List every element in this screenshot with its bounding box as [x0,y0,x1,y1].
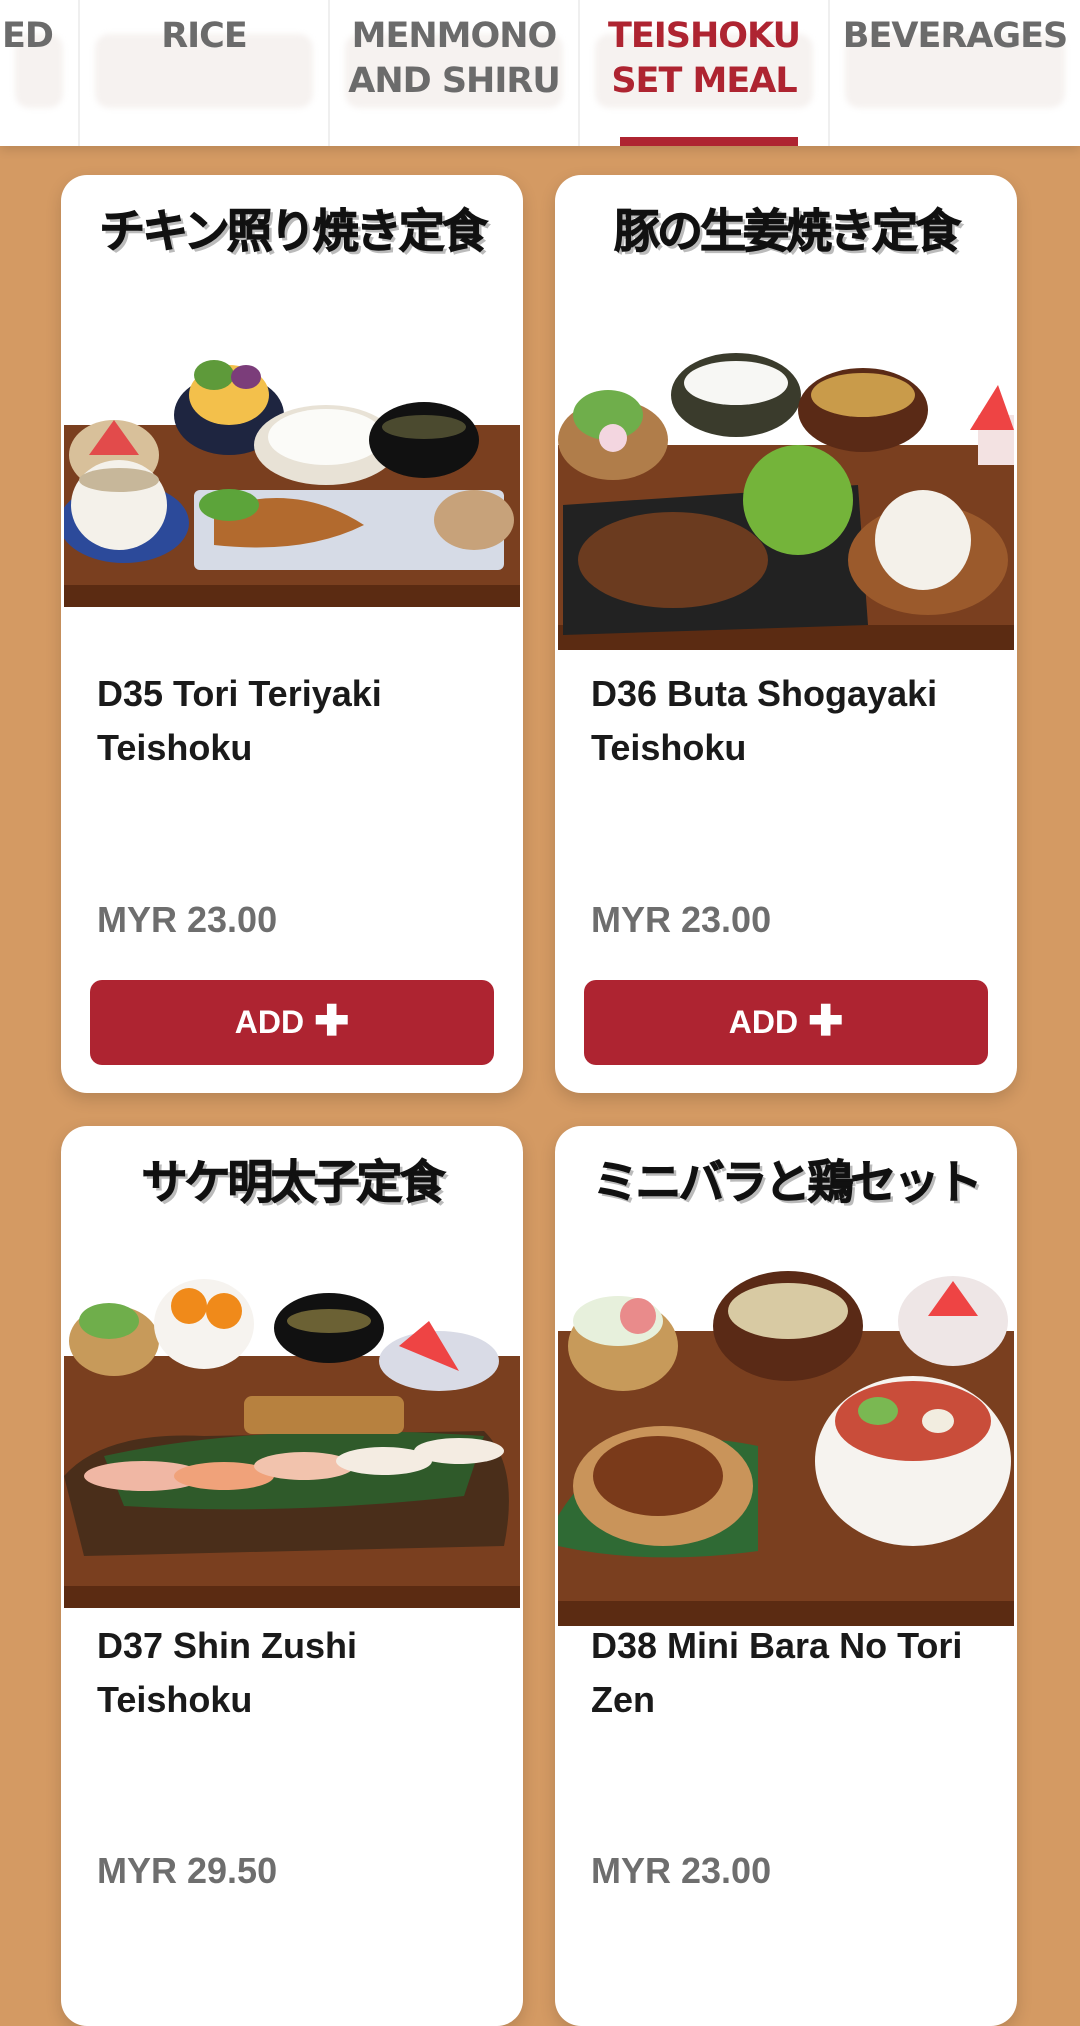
tab-menmono-and-shiru[interactable]: MENMONO AND SHIRU [330,0,580,146]
plus-icon: ✚ [808,996,844,1044]
item-japanese-title: サケ明太子定食 [141,1155,446,1210]
add-button[interactable]: ADD ✚ [584,980,988,1065]
tab-teishoku-set-meal[interactable]: TEISHOKU SET MEAL [580,0,830,146]
plus-icon: ✚ [314,996,350,1044]
tab-label: RICE [161,16,248,56]
add-label: ADD [728,1004,799,1040]
item-name: D37 Shin Zushi Teishoku [97,1625,358,1720]
tab-beverages[interactable]: BEVERAGES [830,0,1080,146]
active-tab-indicator [620,137,798,146]
item-name: D38 Mini Bara No Tori Zen [591,1625,963,1720]
item-photo [64,1206,520,1618]
tab-fried[interactable]: IED [0,0,80,146]
item-photo [64,255,520,637]
add-label: ADD [234,1004,305,1040]
item-photo [558,1206,1014,1631]
item-japanese-title: ミニバラと鶏セット [592,1155,983,1210]
item-name: D35 Tori Teriyaki Teishoku [97,673,382,768]
menu-item-card[interactable]: ミニバラと鶏セット D38 Mini Bara No Tori Zen MYR … [555,1126,1017,2026]
tab-label: MENMONO AND SHIRU [348,16,561,101]
menu-item-card[interactable]: 豚の生姜焼き定食 D36 Buta Shogayaki Teishoku MYR… [555,175,1017,1093]
tab-label: TEISHOKU SET MEAL [608,16,801,101]
item-price: MYR 29.50 [97,1850,278,1891]
item-name: D36 Buta Shogayaki Teishoku [591,673,938,768]
tab-label: IED [0,16,54,56]
category-tab-bar: IED RICE MENMONO AND SHIRU TEISHOKU SET … [0,0,1080,146]
item-price: MYR 23.00 [591,899,772,940]
menu-item-card[interactable]: サケ明太子定食 D37 Shin Zushi Teishoku MYR 29.5… [61,1126,523,2026]
item-japanese-title: チキン照り焼き定食 [99,204,489,259]
tab-label: BEVERAGES [842,16,1068,56]
tab-rice[interactable]: RICE [80,0,330,146]
item-photo [558,255,1014,665]
menu-item-card[interactable]: チキン照り焼き定食 D35 Tori Teriyaki Teishoku MYR… [61,175,523,1093]
item-japanese-title: 豚の生姜焼き定食 [614,204,962,259]
item-price: MYR 23.00 [97,899,278,940]
item-price: MYR 23.00 [591,1850,772,1891]
add-button[interactable]: ADD ✚ [90,980,494,1065]
